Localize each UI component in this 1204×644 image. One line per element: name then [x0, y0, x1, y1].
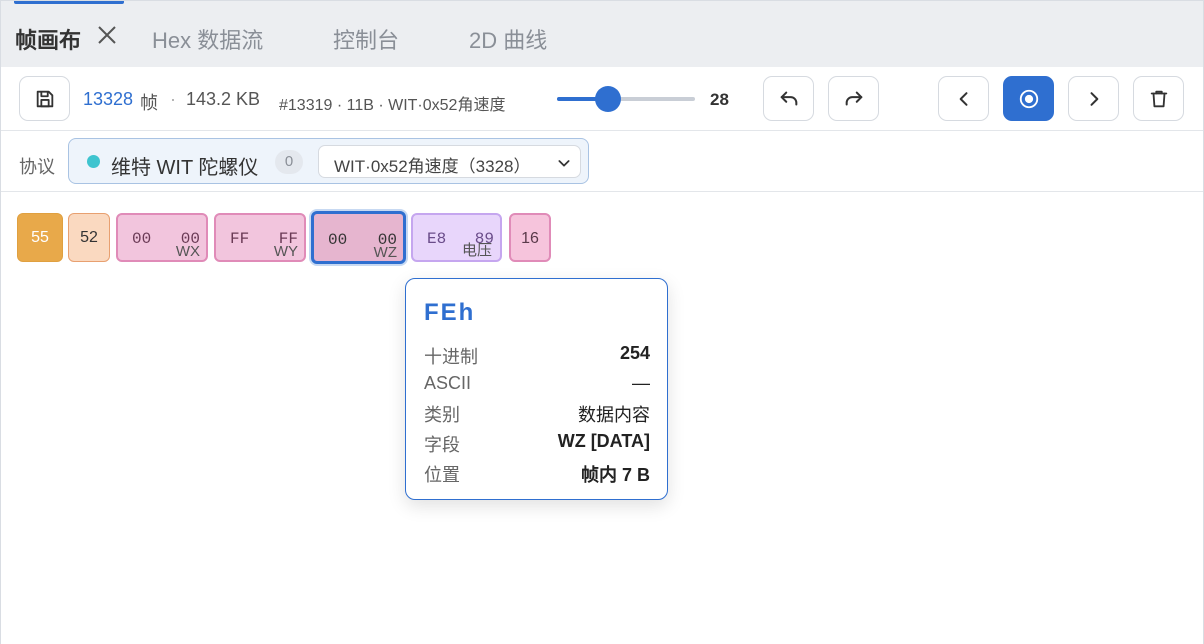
tooltip-key: 十进制 — [424, 347, 478, 367]
tab-hex-stream[interactable]: Hex 数据流 — [152, 23, 263, 55]
frame-unit: 帧 — [140, 93, 158, 113]
save-button[interactable] — [19, 76, 70, 121]
redo-button[interactable] — [828, 76, 879, 121]
chevron-down-icon — [558, 160, 570, 167]
tooltip-value: 数据内容 — [578, 405, 650, 425]
field-wy[interactable]: FF FF WY — [214, 213, 306, 262]
tooltip-row-position: 位置 帧内 7 B — [424, 461, 650, 485]
slider-thumb[interactable] — [595, 86, 621, 112]
tooltip-value: WZ [DATA] — [557, 431, 650, 451]
tooltip-key: ASCII — [424, 373, 472, 393]
byte-value: 52 — [80, 229, 98, 246]
byte-header-55[interactable]: 55 — [17, 213, 63, 262]
chevron-left-icon — [959, 91, 967, 106]
tab-bar: 帧画布 Hex 数据流 控制台 2D 曲线 — [1, 0, 1203, 67]
protocol-count-badge: 0 — [275, 150, 303, 174]
protocol-label: 协议 — [19, 157, 55, 177]
field-wx[interactable]: 00 00 WX — [116, 213, 208, 262]
tooltip-key: 位置 — [424, 465, 460, 485]
field-label: WY — [273, 243, 298, 260]
field-voltage[interactable]: E8 89 电压 — [411, 213, 502, 262]
tab-2d-curve[interactable]: 2D 曲线 — [469, 23, 547, 55]
tooltip-title: FEh — [424, 299, 476, 326]
current-frame-info: #13319 · 11B · WIT·0x52角速度 — [279, 97, 506, 114]
undo-button[interactable] — [763, 76, 814, 121]
close-icon[interactable] — [97, 25, 117, 45]
byte-low: 00 — [132, 230, 152, 248]
frame-slider[interactable] — [557, 97, 695, 101]
chevron-right-icon — [1090, 91, 1098, 106]
prev-frame-button[interactable] — [938, 76, 989, 121]
toolbar: 13328 帧 · 143.2 KB #13319 · 11B · WIT·0x… — [1, 67, 1203, 131]
separator: · — [170, 89, 176, 109]
tab-console[interactable]: 控制台 — [333, 23, 399, 55]
undo-icon — [780, 91, 797, 106]
tooltip-value: 帧内 7 B — [580, 465, 650, 485]
tab-frame-canvas[interactable]: 帧画布 — [15, 23, 81, 55]
byte-value: 16 — [521, 230, 539, 247]
protocol-selector[interactable]: 维特 WIT 陀螺仪 0 WIT·0x52角速度（3328） — [68, 138, 589, 184]
tooltip-key: 类别 — [424, 405, 460, 425]
slider-value: 28 — [710, 90, 729, 109]
tooltip-row-decimal: 十进制 254 — [424, 343, 650, 367]
record-button[interactable] — [1003, 76, 1054, 121]
app-window: 帧画布 Hex 数据流 控制台 2D 曲线 13328 帧 · 143.2 KB… — [0, 0, 1204, 644]
field-wz[interactable]: 00 00 WZ — [311, 211, 406, 264]
frame-type-select[interactable]: WIT·0x52角速度（3328） — [318, 145, 581, 178]
byte-value: 55 — [31, 229, 49, 246]
total-size: 143.2 KB — [186, 89, 261, 109]
byte-low: E8 — [427, 230, 447, 248]
tooltip-value: — — [632, 373, 650, 393]
frame-count: 13328 — [83, 89, 134, 109]
status-dot — [87, 155, 100, 168]
frame-type-value: WIT·0x52角速度（3328） — [334, 157, 531, 176]
tooltip-row-field: 字段 WZ [DATA] — [424, 431, 650, 455]
record-icon — [1019, 89, 1038, 108]
byte-checksum[interactable]: 16 — [509, 213, 551, 262]
save-icon — [36, 90, 53, 107]
protocol-name: 维特 WIT 陀螺仪 — [111, 157, 259, 179]
protocol-row: 协议 维特 WIT 陀螺仪 0 WIT·0x52角速度（3328） — [1, 131, 1203, 192]
byte-low: FF — [230, 230, 250, 248]
byte-type-52[interactable]: 52 — [68, 213, 110, 262]
tooltip-key: 字段 — [424, 435, 460, 455]
next-frame-button[interactable] — [1068, 76, 1119, 121]
redo-icon — [845, 91, 862, 106]
trash-icon — [1150, 90, 1167, 107]
tooltip-row-category: 类别 数据内容 — [424, 401, 650, 425]
delete-button[interactable] — [1133, 76, 1184, 121]
byte-tooltip: FEh 十进制 254 ASCII — 类别 数据内容 字段 WZ [DATA]… — [405, 278, 668, 500]
tooltip-value: 254 — [619, 343, 650, 363]
tooltip-row-ascii: ASCII — — [424, 373, 650, 397]
byte-low: 00 — [328, 231, 348, 249]
field-label: 电压 — [461, 242, 492, 259]
field-label: WZ — [373, 244, 397, 261]
field-label: WX — [175, 243, 200, 260]
active-tab-indicator — [14, 1, 124, 4]
